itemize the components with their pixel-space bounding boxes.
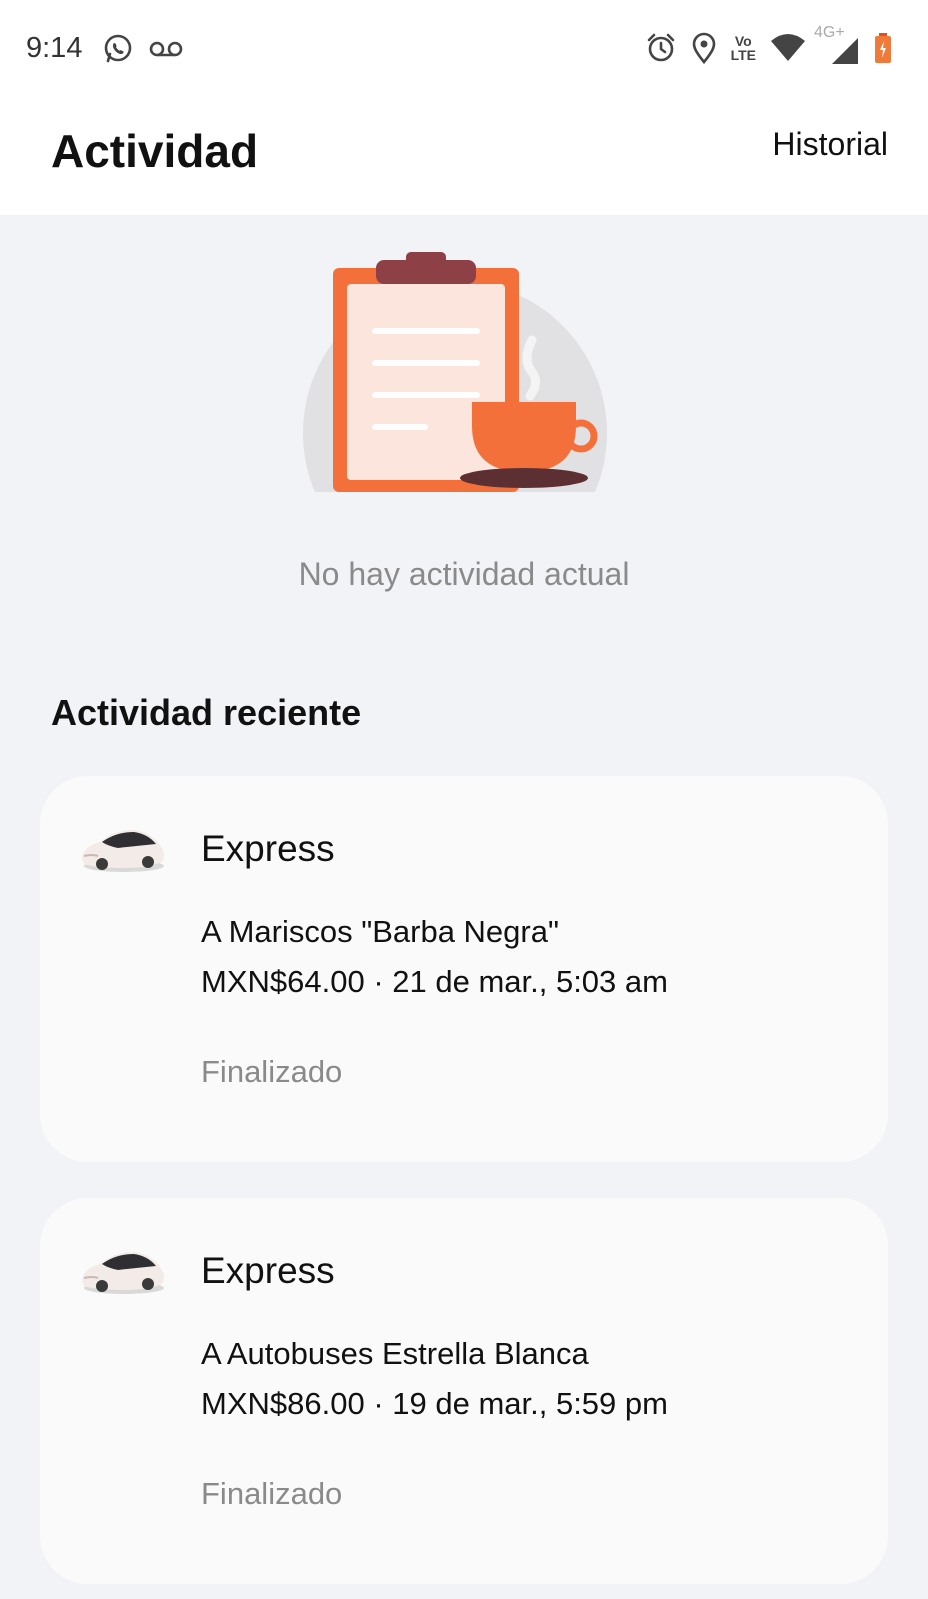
app-header: Actividad Historial [0, 100, 928, 215]
voicemail-icon [148, 38, 184, 60]
location-icon [691, 32, 717, 64]
ride-price-date: MXN$64.00 · 21 de mar., 5:03 am [201, 964, 668, 999]
ride-destination: A Autobuses Estrella Blanca [201, 1336, 589, 1371]
ride-price-date: MXN$86.00 · 19 de mar., 5:59 pm [201, 1386, 668, 1421]
signal-4g-icon: 4G+ [814, 24, 860, 66]
ride-destination: A Mariscos "Barba Negra" [201, 914, 559, 949]
history-link[interactable]: Historial [772, 126, 888, 163]
volte-top-label: Vo [734, 33, 752, 49]
network-label: 4G+ [814, 24, 845, 41]
status-left-icons [102, 33, 184, 65]
empty-state-message: No hay actividad actual [298, 556, 630, 592]
status-bar: 9:14 Vo LTE 4G+ [0, 0, 928, 100]
ride-status: Finalizado [201, 1476, 343, 1511]
page-title: Actividad [51, 125, 259, 177]
activity-card[interactable]: Express A Autobuses Estrella Blanca MXN$… [40, 1198, 888, 1584]
whatsapp-icon [102, 33, 134, 65]
alarm-icon [645, 32, 677, 64]
battery-icon [874, 32, 892, 64]
recent-activity-title: Actividad reciente [51, 692, 362, 733]
ride-status: Finalizado [201, 1054, 343, 1089]
car-icon [78, 816, 168, 886]
clipboard-coffee-illustration [300, 250, 630, 510]
car-icon [78, 1238, 168, 1308]
ride-type: Express [201, 1250, 335, 1291]
status-right-icons: Vo LTE 4G+ [645, 24, 892, 66]
ride-type: Express [201, 828, 335, 869]
status-time: 9:14 [26, 32, 83, 64]
wifi-icon [770, 33, 806, 63]
volte-icon: Vo LTE [731, 34, 756, 62]
activity-card[interactable]: Express A Mariscos "Barba Negra" MXN$64.… [40, 776, 888, 1162]
volte-bottom-label: LTE [730, 47, 756, 63]
